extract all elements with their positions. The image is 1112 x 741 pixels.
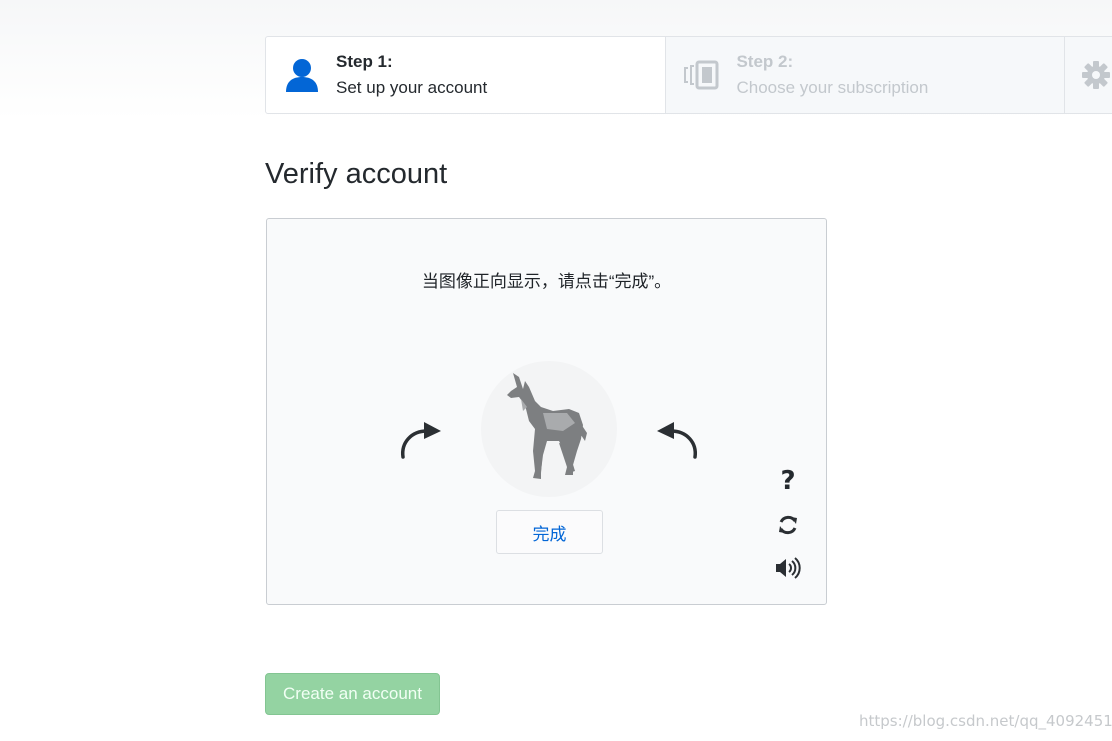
- rotate-right-arrow-icon[interactable]: [651, 419, 701, 461]
- captcha-image-frame: [481, 361, 617, 497]
- step-2-text: Step 2: Choose your subscription: [736, 49, 928, 101]
- captcha-instruction: 当图像正向显示，请点击“完成”。: [421, 272, 672, 291]
- step-2-subtitle: Choose your subscription: [736, 78, 929, 97]
- captcha-panel: 当图像正向显示，请点击“完成”。 完成 ?: [266, 218, 827, 605]
- rotate-left-arrow-icon[interactable]: [397, 419, 447, 461]
- step-1: Step 1: Set up your account: [266, 37, 665, 113]
- step-1-title: Step 1:: [336, 52, 393, 71]
- step-1-subtitle: Set up your account: [336, 78, 488, 97]
- step-2-title: Step 2:: [736, 52, 794, 71]
- create-account-button[interactable]: Create an account: [265, 673, 440, 715]
- page-title: Verify account: [265, 158, 448, 190]
- gear-icon: [1081, 55, 1111, 95]
- captcha-done-button[interactable]: 完成: [496, 510, 603, 554]
- help-icon[interactable]: ?: [772, 465, 804, 497]
- refresh-icon[interactable]: [772, 509, 804, 541]
- subscription-icon: [682, 55, 722, 95]
- step-2: Step 2: Choose your subscription: [665, 37, 1064, 113]
- step-1-text: Step 1: Set up your account: [336, 49, 487, 101]
- doberman-dog-image: [507, 373, 587, 479]
- speaker-icon[interactable]: [772, 552, 804, 584]
- watermark-text: https://blog.csdn.net/qq_40924514: [859, 712, 1112, 730]
- signup-steps: Step 1: Set up your account Step 2: Choo…: [265, 36, 1112, 114]
- person-icon: [282, 55, 322, 95]
- step-3: [1064, 37, 1112, 113]
